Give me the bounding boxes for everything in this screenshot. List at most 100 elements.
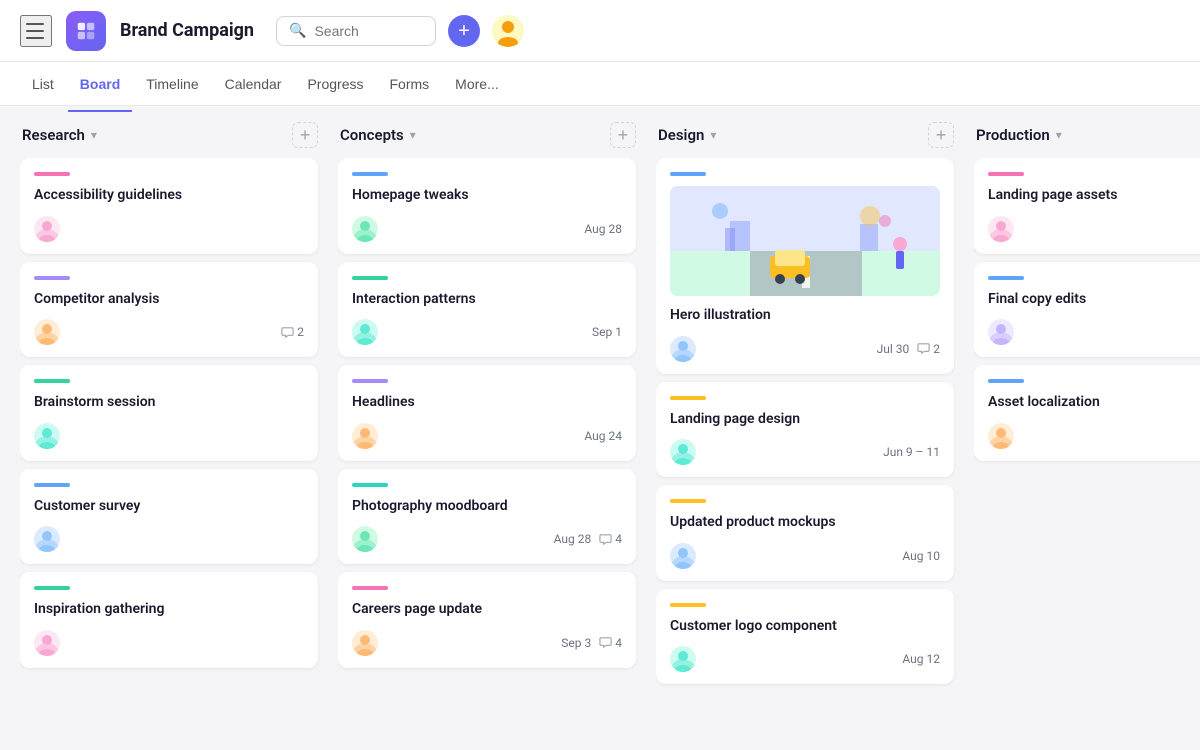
card-brainstorm-session[interactable]: Brainstorm session xyxy=(20,365,318,461)
card-date: Aug 28 xyxy=(584,222,622,236)
card-meta: Aug 28 xyxy=(584,222,622,236)
tab-timeline[interactable]: Timeline xyxy=(134,70,210,98)
column-header: Concepts ▾ + xyxy=(338,122,638,148)
card-title: Customer logo component xyxy=(670,617,940,637)
card-footer: Jun 9 – 11 xyxy=(670,439,940,465)
card-footer: Aug 12 xyxy=(670,646,940,672)
card-landing-page-assets[interactable]: Landing page assets Jun 18 xyxy=(974,158,1200,254)
card-footer: Sep 3 4 xyxy=(352,630,622,656)
column-title: Research xyxy=(22,126,85,144)
card-tag xyxy=(352,276,388,280)
column-concepts: Concepts ▾ + Homepage tweaks Aug 28Interact… xyxy=(338,122,638,734)
tab-board[interactable]: Board xyxy=(68,70,132,98)
card-footer: Sep 1 xyxy=(352,319,622,345)
card-headlines[interactable]: Headlines Aug 24 xyxy=(338,365,636,461)
card-landing-page-design[interactable]: Landing page design Jun 9 – 11 xyxy=(656,382,954,478)
cards-list: Hero illustration Jul 30 2Landing page d… xyxy=(656,158,956,734)
card-tag xyxy=(34,276,70,280)
column-research: Research ▾ + Accessibility guidelines Compe… xyxy=(20,122,320,734)
card-avatar xyxy=(670,543,696,569)
tab-list[interactable]: List xyxy=(20,70,66,98)
column-design: Design▾+ xyxy=(656,122,956,734)
chevron-down-icon[interactable]: ▾ xyxy=(91,128,97,142)
card-footer: Jun 18 xyxy=(988,216,1200,242)
chevron-down-icon[interactable]: ▾ xyxy=(1056,128,1062,142)
avatar xyxy=(492,15,524,47)
column-add-button[interactable]: + xyxy=(928,122,954,148)
card-avatar xyxy=(34,423,60,449)
nav-bar: List Board Timeline Calendar Progress Fo… xyxy=(0,62,1200,106)
column-title: Production xyxy=(976,126,1050,144)
card-footer: Jun 6 xyxy=(988,319,1200,345)
search-box[interactable]: 🔍 xyxy=(276,16,436,46)
chevron-down-icon[interactable]: ▾ xyxy=(710,128,716,142)
card-date: Jun 9 – 11 xyxy=(883,445,940,459)
card-accessibility-guidelines[interactable]: Accessibility guidelines xyxy=(20,158,318,254)
column-header: Production▾+ xyxy=(974,122,1200,148)
card-title: Hero illustration xyxy=(670,306,940,326)
card-inspiration-gathering[interactable]: Inspiration gathering xyxy=(20,572,318,668)
card-footer xyxy=(34,423,304,449)
card-tag xyxy=(34,172,70,176)
card-title: Inspiration gathering xyxy=(34,600,304,620)
card-tag xyxy=(988,172,1024,176)
card-tag xyxy=(34,483,70,487)
card-date: Aug 10 xyxy=(902,549,940,563)
tab-more[interactable]: More... xyxy=(443,70,511,98)
card-avatar xyxy=(352,630,378,656)
card-interaction-patterns[interactable]: Interaction patterns Sep 1 xyxy=(338,262,636,358)
column-add-button[interactable]: + xyxy=(292,122,318,148)
card-date: Aug 28 xyxy=(554,532,592,546)
card-date: Sep 1 xyxy=(592,325,622,339)
card-title: Competitor analysis xyxy=(34,290,304,310)
card-meta: Jul 30 2 xyxy=(877,342,940,356)
comment-count: 2 xyxy=(297,325,304,339)
hamburger-button[interactable] xyxy=(20,15,52,47)
card-footer xyxy=(34,630,304,656)
tab-forms[interactable]: Forms xyxy=(378,70,442,98)
card-customer-survey[interactable]: Customer survey xyxy=(20,469,318,565)
topbar: Brand Campaign 🔍 + xyxy=(0,0,1200,62)
column-header: Research ▾ + xyxy=(20,122,320,148)
card-tag xyxy=(352,379,388,383)
card-customer-logo-component[interactable]: Customer logo component Aug 12 xyxy=(656,589,954,685)
card-comments: 4 xyxy=(599,636,622,650)
card-homepage-tweaks[interactable]: Homepage tweaks Aug 28 xyxy=(338,158,636,254)
card-footer: Aug 28 xyxy=(352,216,622,242)
card-meta: Jun 9 – 11 xyxy=(883,445,940,459)
card-final-copy-edits[interactable]: Final copy edits Jun 6 xyxy=(974,262,1200,358)
tab-calendar[interactable]: Calendar xyxy=(213,70,294,98)
card-updated-product-mockups[interactable]: Updated product mockups Aug 10 xyxy=(656,485,954,581)
card-title: Accessibility guidelines xyxy=(34,186,304,206)
card-meta: Sep 3 4 xyxy=(561,636,622,650)
card-date: Jul 30 xyxy=(877,342,910,356)
card-tag xyxy=(988,379,1024,383)
topbar-right: 🔍 + xyxy=(276,15,524,47)
card-date: Aug 24 xyxy=(584,429,622,443)
card-competitor-analysis[interactable]: Competitor analysis 2 xyxy=(20,262,318,358)
card-careers-page-update[interactable]: Careers page update Sep 3 4 xyxy=(338,572,636,668)
card-asset-localization[interactable]: Asset localization Jun 2 xyxy=(974,365,1200,461)
card-avatar xyxy=(352,526,378,552)
chevron-down-icon[interactable]: ▾ xyxy=(410,128,416,142)
card-meta: Sep 1 xyxy=(592,325,622,339)
card-avatar xyxy=(352,423,378,449)
column-title: Concepts xyxy=(340,126,404,144)
add-member-button[interactable]: + xyxy=(448,15,480,47)
column-title-wrap: Concepts ▾ xyxy=(340,126,416,144)
card-footer: Aug 10 xyxy=(670,543,940,569)
search-input[interactable] xyxy=(314,23,423,39)
board: Research ▾ + Accessibility guidelines Compe… xyxy=(0,106,1200,750)
card-footer xyxy=(34,216,304,242)
search-icon: 🔍 xyxy=(289,23,306,39)
card-comments: 2 xyxy=(281,325,304,339)
card-photography-moodboard[interactable]: Photography moodboard Aug 28 4 xyxy=(338,469,636,565)
column-add-button[interactable]: + xyxy=(610,122,636,148)
comment-count: 4 xyxy=(615,636,622,650)
tab-progress[interactable]: Progress xyxy=(295,70,375,98)
card-avatar xyxy=(34,526,60,552)
card-avatar xyxy=(34,216,60,242)
card-avatar xyxy=(352,216,378,242)
card-hero-illustration[interactable]: Hero illustration Jul 30 2 xyxy=(656,158,954,374)
card-avatar xyxy=(670,439,696,465)
